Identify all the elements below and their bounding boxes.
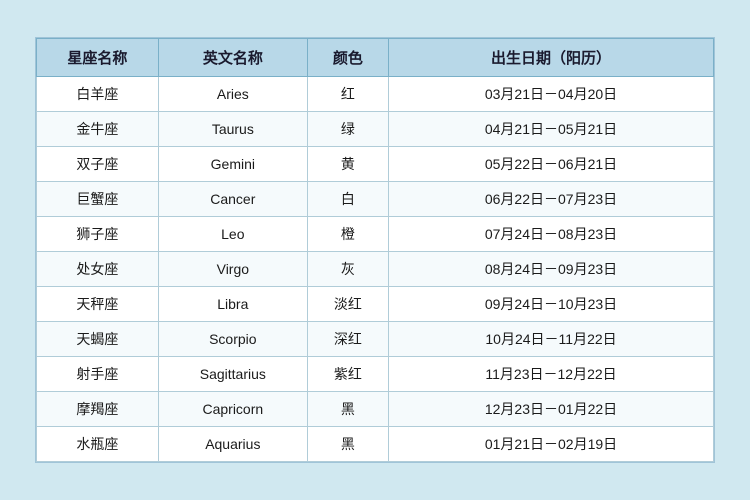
cell-color: 淡红 [307, 287, 388, 322]
cell-date: 09月24日－10月23日 [389, 287, 714, 322]
table-row: 天秤座Libra淡红09月24日－10月23日 [37, 287, 714, 322]
header-date: 出生日期（阳历） [389, 39, 714, 77]
table-row: 白羊座Aries红03月21日－04月20日 [37, 77, 714, 112]
cell-en: Libra [158, 287, 307, 322]
table-row: 水瓶座Aquarius黑01月21日－02月19日 [37, 427, 714, 462]
cell-date: 07月24日－08月23日 [389, 217, 714, 252]
table-row: 处女座Virgo灰08月24日－09月23日 [37, 252, 714, 287]
cell-color: 深红 [307, 322, 388, 357]
cell-en: Gemini [158, 147, 307, 182]
cell-en: Cancer [158, 182, 307, 217]
cell-zh: 摩羯座 [37, 392, 159, 427]
cell-zh: 天蝎座 [37, 322, 159, 357]
cell-en: Leo [158, 217, 307, 252]
cell-color: 紫红 [307, 357, 388, 392]
table-row: 金牛座Taurus绿04月21日－05月21日 [37, 112, 714, 147]
cell-date: 01月21日－02月19日 [389, 427, 714, 462]
table-header-row: 星座名称 英文名称 颜色 出生日期（阳历） [37, 39, 714, 77]
cell-zh: 水瓶座 [37, 427, 159, 462]
cell-zh: 金牛座 [37, 112, 159, 147]
cell-color: 橙 [307, 217, 388, 252]
header-color: 颜色 [307, 39, 388, 77]
table-body: 白羊座Aries红03月21日－04月20日金牛座Taurus绿04月21日－0… [37, 77, 714, 462]
table-row: 天蝎座Scorpio深红10月24日－11月22日 [37, 322, 714, 357]
cell-color: 黑 [307, 392, 388, 427]
cell-en: Taurus [158, 112, 307, 147]
cell-zh: 白羊座 [37, 77, 159, 112]
cell-date: 08月24日－09月23日 [389, 252, 714, 287]
cell-zh: 狮子座 [37, 217, 159, 252]
cell-color: 黑 [307, 427, 388, 462]
cell-date: 12月23日－01月22日 [389, 392, 714, 427]
table-row: 巨蟹座Cancer白06月22日－07月23日 [37, 182, 714, 217]
cell-color: 绿 [307, 112, 388, 147]
zodiac-table-container: 星座名称 英文名称 颜色 出生日期（阳历） 白羊座Aries红03月21日－04… [35, 37, 715, 463]
cell-en: Capricorn [158, 392, 307, 427]
cell-date: 11月23日－12月22日 [389, 357, 714, 392]
cell-date: 06月22日－07月23日 [389, 182, 714, 217]
cell-zh: 巨蟹座 [37, 182, 159, 217]
cell-color: 红 [307, 77, 388, 112]
cell-color: 白 [307, 182, 388, 217]
cell-color: 黄 [307, 147, 388, 182]
cell-zh: 双子座 [37, 147, 159, 182]
cell-date: 03月21日－04月20日 [389, 77, 714, 112]
cell-date: 05月22日－06月21日 [389, 147, 714, 182]
table-row: 摩羯座Capricorn黑12月23日－01月22日 [37, 392, 714, 427]
cell-en: Sagittarius [158, 357, 307, 392]
table-row: 狮子座Leo橙07月24日－08月23日 [37, 217, 714, 252]
cell-date: 04月21日－05月21日 [389, 112, 714, 147]
table-row: 双子座Gemini黄05月22日－06月21日 [37, 147, 714, 182]
zodiac-table: 星座名称 英文名称 颜色 出生日期（阳历） 白羊座Aries红03月21日－04… [36, 38, 714, 462]
header-zh: 星座名称 [37, 39, 159, 77]
cell-en: Aries [158, 77, 307, 112]
cell-date: 10月24日－11月22日 [389, 322, 714, 357]
cell-zh: 射手座 [37, 357, 159, 392]
cell-en: Aquarius [158, 427, 307, 462]
cell-en: Virgo [158, 252, 307, 287]
cell-color: 灰 [307, 252, 388, 287]
header-en: 英文名称 [158, 39, 307, 77]
table-row: 射手座Sagittarius紫红11月23日－12月22日 [37, 357, 714, 392]
cell-zh: 天秤座 [37, 287, 159, 322]
cell-en: Scorpio [158, 322, 307, 357]
cell-zh: 处女座 [37, 252, 159, 287]
